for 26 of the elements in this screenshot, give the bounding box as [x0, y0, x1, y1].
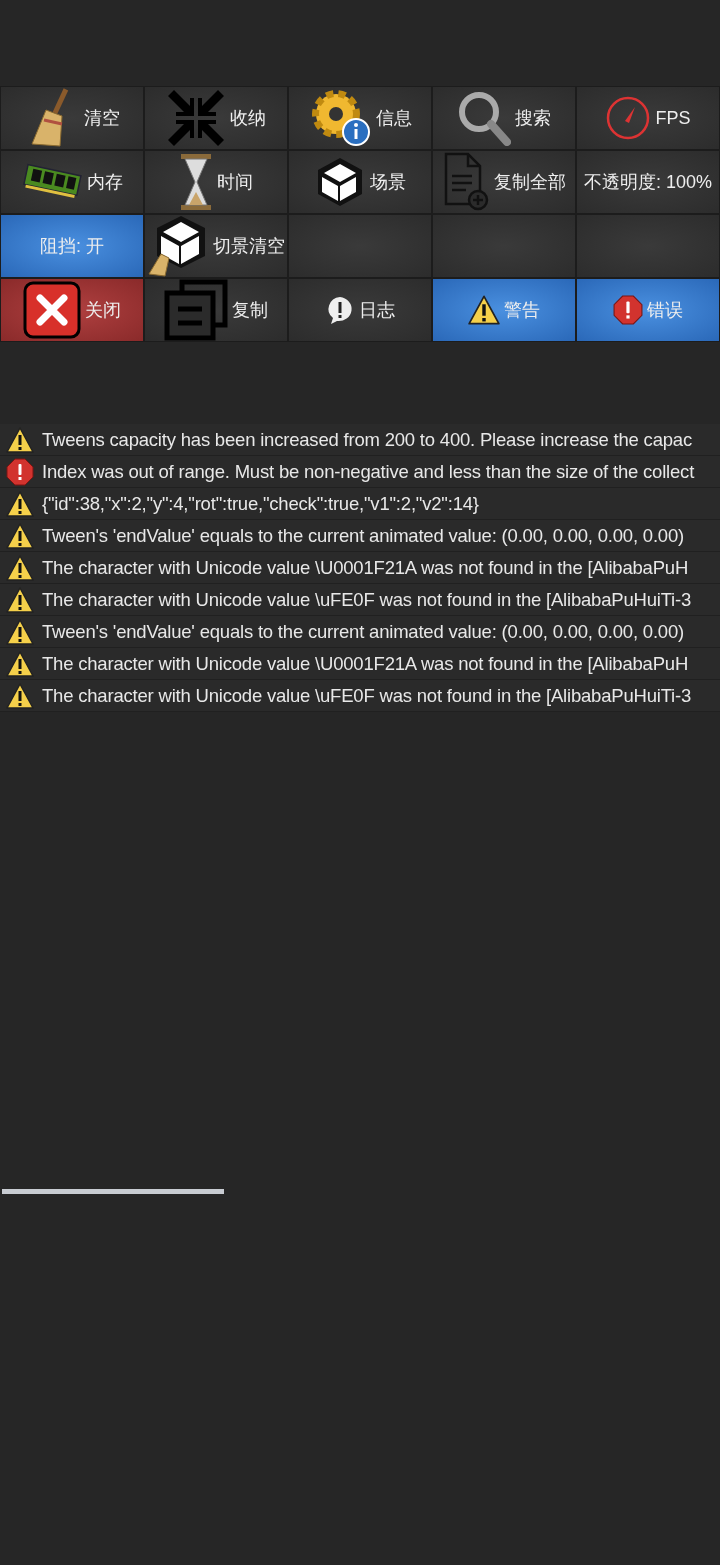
- collapse-arrows-icon: [166, 88, 226, 148]
- toolbar-button[interactable]: 切景清空: [144, 214, 288, 278]
- toolbar-button[interactable]: FPS: [576, 86, 720, 150]
- warning-icon: [468, 294, 500, 326]
- gauge-icon: [605, 95, 652, 141]
- scrollbar[interactable]: [2, 1189, 224, 1194]
- toolbar-button[interactable]: 搜索: [432, 86, 576, 150]
- error-icon: [6, 457, 34, 486]
- toolbar-button[interactable]: 日志: [288, 278, 432, 342]
- toolbar-button[interactable]: 场景: [288, 150, 432, 214]
- search-icon: [457, 90, 511, 146]
- toolbar-button[interactable]: 内存: [0, 150, 144, 214]
- toolbar-button[interactable]: 时间: [144, 150, 288, 214]
- error-icon: [613, 295, 643, 325]
- close-icon: [23, 281, 81, 339]
- toolbar-button[interactable]: 清空: [0, 86, 144, 150]
- toolbar-button[interactable]: 复制全部: [432, 150, 576, 214]
- toolbar-button[interactable]: 信息: [288, 86, 432, 150]
- hourglass-icon: [179, 152, 213, 212]
- toolbar-button[interactable]: 不透明度: 100%: [576, 150, 720, 214]
- document-plus-icon: [442, 152, 490, 212]
- speech-bubble-icon: [325, 295, 355, 325]
- toolbar-button[interactable]: 复制: [144, 278, 288, 342]
- toolbar-button[interactable]: 关闭: [0, 278, 144, 342]
- toolbar-button[interactable]: 收纳: [144, 86, 288, 150]
- copy-icon: [164, 279, 228, 341]
